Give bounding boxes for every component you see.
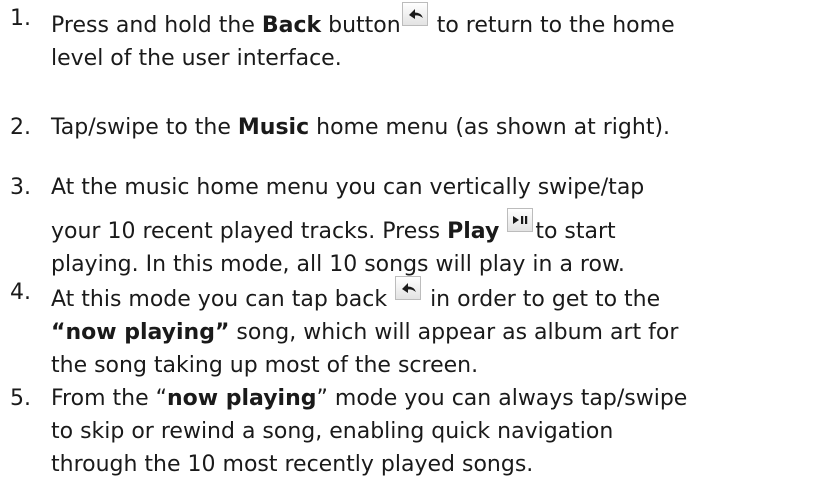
step-text: in order to get to the <box>423 287 661 312</box>
step-number: 1. <box>10 6 31 31</box>
play-pause-icon <box>507 208 534 232</box>
back-arrow-icon <box>401 2 428 26</box>
step-number: 3. <box>10 175 31 200</box>
step-line: Press and hold the Back button to return… <box>0 2 830 42</box>
step-line: to skip or rewind a song, enabling quick… <box>51 419 614 444</box>
step-text: Tap/swipe to the <box>51 115 238 140</box>
step-text: At this mode you can tap back <box>51 287 395 312</box>
step-line: At the music home menu you can verticall… <box>51 175 645 200</box>
step-number: 4. <box>10 280 31 305</box>
step-bold-text: “now playing” <box>51 320 230 345</box>
list-item: 2. Tap/swipe to the Music home menu (as … <box>0 111 830 144</box>
step-text: song, which will appear as album art for <box>229 320 679 345</box>
step-bold-text: Back <box>261 13 322 38</box>
list-item: 3. At the music home menu you can vertic… <box>0 171 830 281</box>
step-number: 2. <box>10 115 31 140</box>
step-line: the song taking up most of the screen. <box>51 353 479 378</box>
step-number: 5. <box>10 386 31 411</box>
step-line: At this mode you can tap back in order t… <box>0 276 830 316</box>
step-text: button <box>321 13 401 38</box>
step-line: Tap/swipe to the Music home menu (as sho… <box>0 111 830 144</box>
step-text: Press and hold the <box>51 13 262 38</box>
step-bold-text: Play <box>447 219 500 244</box>
step-text: From the “ <box>51 386 167 411</box>
step-text: to start <box>535 219 616 244</box>
list-item: 1. Press and hold the Back button to ret… <box>0 2 830 75</box>
step-bold-text: Music <box>237 115 310 140</box>
step-text: ” mode you can always tap/swipe <box>316 386 688 411</box>
back-arrow-icon <box>395 276 422 300</box>
step-line: through the 10 most recently played song… <box>51 452 534 477</box>
step-bold-text: now playing <box>167 386 317 411</box>
step-line: your 10 recent played tracks. Press Play… <box>0 208 830 248</box>
step-text: your 10 recent played tracks. Press <box>51 219 448 244</box>
list-item: 5. From the “now playing” mode you can a… <box>0 382 830 481</box>
step-line: level of the user interface. <box>51 46 342 71</box>
step-text: to return to the home <box>429 13 675 38</box>
instruction-list: 1. Press and hold the Back button to ret… <box>0 0 840 485</box>
list-item: 4. At this mode you can tap back in orde… <box>0 276 830 382</box>
step-line: “now playing” song, which will appear as… <box>0 316 830 349</box>
step-text: home menu (as shown at right). <box>309 115 671 140</box>
step-line: From the “now playing” mode you can alwa… <box>0 382 830 415</box>
